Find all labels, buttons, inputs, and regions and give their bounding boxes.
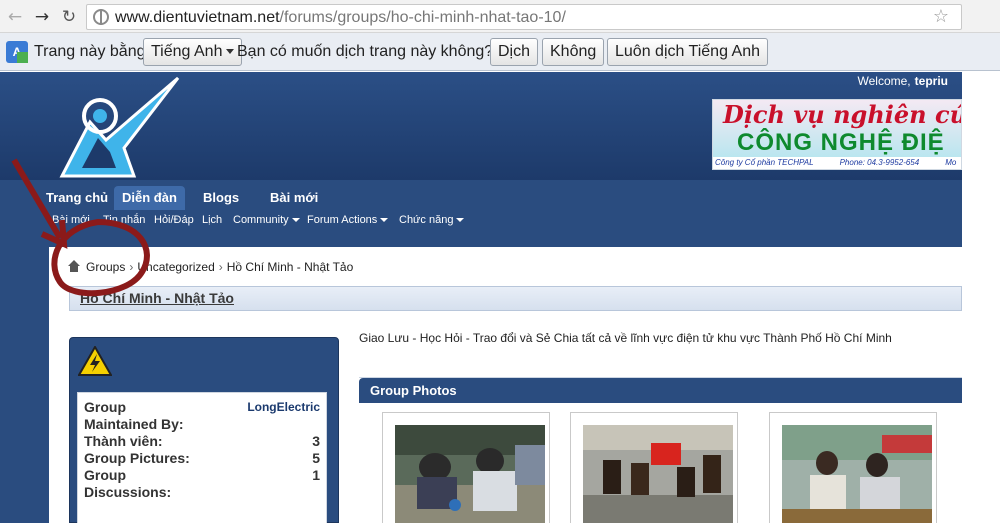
chevron-down-icon (291, 218, 300, 223)
bookmark-star-icon[interactable]: ☆ (933, 6, 949, 27)
translate-prefix: Trang này bằng (34, 43, 146, 60)
group-info-card: Group LongElectric Maintained By: Thành … (69, 337, 339, 523)
tab-blogs[interactable]: Blogs (203, 186, 239, 210)
warning-icon (78, 346, 112, 376)
photo-image (395, 425, 545, 523)
url-input[interactable]: www.dientuvietnam.net/forums/groups/ho-c… (86, 4, 962, 30)
photo-thumbnail[interactable] (570, 412, 738, 523)
group-photos-panel: Group Photos (359, 377, 962, 523)
chevron-down-icon (226, 49, 235, 55)
no-translate-button[interactable]: Không (542, 38, 605, 66)
photo-thumbnail[interactable] (769, 412, 937, 523)
tab-new-posts[interactable]: Bài mới (270, 186, 318, 210)
subnav-forum-actions[interactable]: Forum Actions (307, 214, 389, 226)
translate-icon: A (6, 41, 28, 63)
url-host: www.dientuvietnam.net (115, 9, 280, 26)
breadcrumb-current: Hồ Chí Minh - Nhật Tảo (226, 260, 354, 274)
info-row-group: Group LongElectric (84, 399, 320, 415)
subnav-functions[interactable]: Chức năng (399, 214, 465, 226)
chevron-down-icon (380, 218, 389, 223)
info-row-members: Thành viên: 3 (84, 433, 320, 449)
username-link[interactable]: tepriu (915, 74, 948, 88)
address-bar: ← → ↻ www.dientuvietnam.net/forums/group… (0, 0, 1000, 33)
info-row-pictures: Group Pictures: 5 (84, 450, 320, 466)
group-photos-title: Group Photos (370, 383, 457, 398)
ad-banner[interactable]: Dịch vụ nghiên cứ CÔNG NGHỆ ĐIỆ Công ty … (712, 99, 962, 170)
photo-thumbnail[interactable] (382, 412, 550, 523)
language-select[interactable]: Tiếng Anh (143, 38, 243, 66)
globe-icon (93, 9, 109, 25)
banner-footer: Công ty Cổ phần TECHPAL Phone: 04.3-9952-… (713, 157, 961, 169)
banner-line2: CÔNG NGHỆ ĐIỆ (737, 129, 945, 156)
maintainer-link[interactable]: LongElectric (247, 400, 320, 414)
reload-icon[interactable]: ↻ (58, 6, 80, 28)
url-path: /forums/groups/ho-chi-minh-nhat-tao-10/ (279, 9, 566, 26)
group-photos-header: Group Photos (359, 378, 962, 403)
back-icon[interactable]: ← (4, 6, 26, 28)
subnav-calendar[interactable]: Lịch (202, 214, 222, 226)
banner-line1: Dịch vụ nghiên cứ (723, 100, 962, 129)
group-info-list: Group LongElectric Maintained By: Thành … (77, 392, 327, 523)
translate-question: Bạn có muốn dịch trang này không? (237, 43, 494, 60)
forward-icon[interactable]: → (31, 6, 53, 28)
annotation-circle-arrow (11, 158, 150, 297)
always-translate-button[interactable]: Luôn dịch Tiếng Anh (607, 38, 769, 66)
photo-image (782, 425, 932, 523)
translate-button[interactable]: Dịch (490, 38, 539, 66)
photo-image (583, 425, 733, 523)
subnav-community[interactable]: Community (233, 214, 300, 226)
group-description: Giao Lưu - Học Hỏi - Trao đổi và Sẻ Chia… (359, 331, 892, 345)
chevron-down-icon (456, 218, 465, 223)
translate-bar: A Trang này bằng Tiếng Anh Bạn có muốn d… (0, 33, 1000, 71)
welcome-text: Welcome, tepriu (857, 74, 948, 88)
breadcrumb-separator: › (218, 260, 223, 274)
info-row-maintained: Maintained By: (84, 416, 184, 432)
info-row-discussions: Group 1 (84, 467, 320, 483)
page-title-bar: Hồ Chí Minh - Nhật Tảo (69, 286, 962, 311)
info-row-discussions-cont: Discussions: (84, 484, 172, 500)
